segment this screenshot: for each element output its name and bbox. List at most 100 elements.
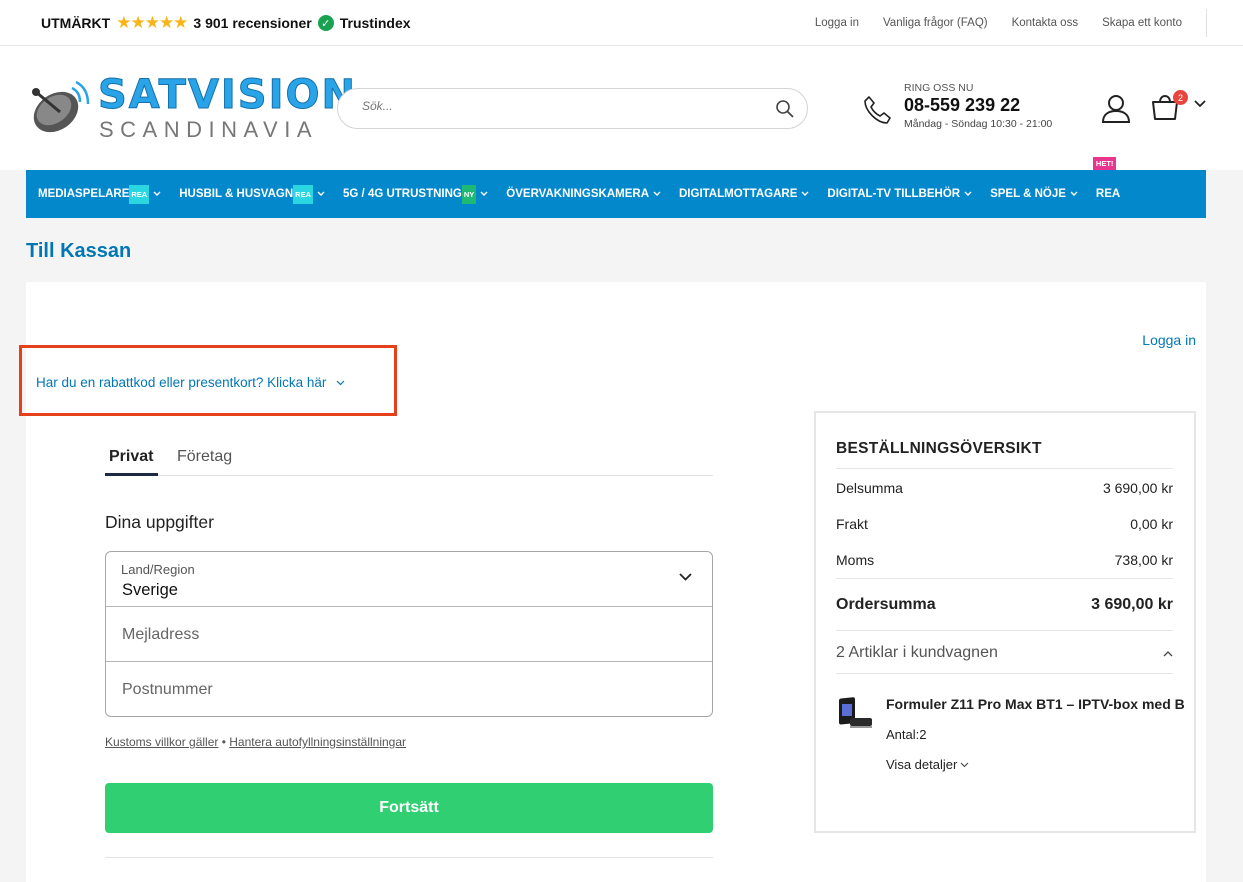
chevron-down-icon	[480, 191, 488, 196]
product-name[interactable]: Formuler Z11 Pro Max BT1 – IPTV-box med …	[886, 696, 1194, 712]
country-value: Sverige	[122, 581, 178, 599]
nav-label: ÖVERVAKNINGSKAMERA	[506, 188, 649, 200]
details-label: Visa detaljer	[886, 757, 958, 772]
nav-item-rea[interactable]: HET! REA	[1092, 157, 1121, 200]
logo-subtitle: SCANDINAVIA	[99, 117, 319, 142]
trustindex-check-icon: ✓	[317, 15, 334, 31]
country-label: Land/Region	[121, 562, 195, 577]
terms-separator: •	[218, 735, 230, 749]
call-label: RING OSS NU	[904, 82, 974, 94]
cart-items-toggle[interactable]: 2 Artiklar i kundvagnen	[836, 644, 1173, 662]
phone-icon	[864, 96, 891, 124]
total-row: Ordersumma 3 690,00 kr	[836, 596, 1173, 614]
chevron-down-icon	[1070, 191, 1078, 196]
page-title: Till Kassan	[26, 240, 132, 262]
zip-placeholder: Postnummer	[122, 681, 213, 698]
chevron-down-icon	[964, 191, 972, 196]
product-thumbnail	[839, 697, 872, 728]
nav-label: SPEL & NÖJE	[990, 188, 1066, 200]
summary-title: BESTÄLLNINGSÖVERSIKT	[836, 440, 1042, 457]
top-links: Logga in Vanliga frågor (FAQ) Kontakta o…	[803, 0, 1243, 45]
divider	[105, 857, 713, 858]
terms-link[interactable]: Kustoms villkor gäller	[105, 735, 218, 749]
reviews-count: 3 901 recensioner	[193, 15, 312, 31]
continue-button[interactable]: Fortsätt	[105, 783, 713, 833]
nav-label: REA	[1095, 188, 1121, 200]
nav-item-5g-4g[interactable]: 5G / 4G UTRUSTNING NY	[343, 184, 488, 204]
site-logo[interactable]: SATVISION SCANDINAVIA	[26, 74, 355, 144]
nav-label: DIGITAL-TV TILLBEHÖR	[827, 188, 961, 200]
coupon-toggle[interactable]: Har du en rabattkod eller presentkort? K…	[36, 375, 345, 390]
checkout-panel: Logga in Har du en rabattkod eller prese…	[19, 282, 1206, 882]
cart-count-badge: 2	[1173, 90, 1188, 105]
chevron-down-icon	[153, 191, 161, 196]
logo-title: SATVISION	[98, 72, 357, 118]
chevron-down-icon	[317, 191, 325, 196]
subtotal-label: Delsumma	[836, 480, 903, 496]
terms-line: Kustoms villkor gäller • Hantera autofyl…	[105, 735, 406, 749]
new-badge: NY	[461, 184, 477, 204]
divider	[836, 578, 1173, 579]
chevron-down-icon	[653, 191, 661, 196]
trustindex-brand: Trustindex	[339, 15, 411, 31]
active-tab-indicator	[105, 473, 158, 476]
vat-value: 738,00 kr	[1114, 552, 1173, 568]
country-select[interactable]: Land/Region Sverige	[106, 552, 712, 607]
email-field[interactable]: Mejladress	[106, 607, 712, 662]
coupon-link-text: Har du en rabattkod eller presentkort? K…	[36, 375, 327, 390]
total-value: 3 690,00 kr	[1091, 596, 1173, 613]
top-divider	[1206, 8, 1207, 37]
items-count: 2 Artiklar i kundvagnen	[836, 644, 998, 661]
nav-item-mediaspelare[interactable]: MEDIASPELARE REA	[38, 184, 161, 204]
subtotal-row: Delsumma 3 690,00 kr	[836, 480, 1173, 496]
nav-label: MEDIASPELARE	[38, 188, 130, 200]
search-bar[interactable]	[337, 88, 808, 129]
search-input[interactable]	[362, 99, 762, 113]
tab-foretag[interactable]: Företag	[177, 448, 232, 466]
total-label: Ordersumma	[836, 596, 936, 613]
shipping-label: Frakt	[836, 516, 868, 532]
product-details-toggle[interactable]: Visa detaljer	[886, 757, 969, 772]
divider	[836, 673, 1173, 674]
main-nav: MEDIASPELARE REA HUSBIL & HUSVAGN REA 5G…	[26, 157, 1206, 218]
top-link-create-account[interactable]: Skapa ett konto	[1090, 17, 1194, 29]
chevron-up-icon	[1163, 651, 1173, 657]
divider	[836, 630, 1173, 631]
top-link-contact[interactable]: Kontakta oss	[1000, 17, 1090, 29]
nav-label: 5G / 4G UTRUSTNING	[343, 188, 462, 200]
zip-field[interactable]: Postnummer	[106, 662, 712, 716]
chevron-down-icon[interactable]	[1194, 100, 1206, 108]
nav-item-digitalmottagare[interactable]: DIGITALMOTTAGARE	[679, 188, 809, 200]
top-link-faq[interactable]: Vanliga frågor (FAQ)	[871, 17, 1000, 29]
nav-item-digital-tv-tillbehor[interactable]: DIGITAL-TV TILLBEHÖR	[827, 188, 972, 200]
call-hours: Måndag - Söndag 10:30 - 21:00	[904, 118, 1053, 130]
section-title: Dina uppgifter	[105, 512, 214, 532]
hot-badge: HET!	[1092, 157, 1117, 170]
order-summary: BESTÄLLNINGSÖVERSIKT Delsumma 3 690,00 k…	[814, 411, 1196, 833]
search-icon[interactable]	[775, 99, 795, 119]
chevron-down-icon	[336, 380, 345, 385]
top-bar: UTMÄRKT ★★★★★ 3 901 recensioner ✓ Trusti…	[0, 0, 1243, 46]
nav-item-overvakningskamera[interactable]: ÖVERVAKNINGSKAMERA	[506, 188, 661, 200]
autofill-settings-link[interactable]: Hantera autofyllningsinställningar	[229, 735, 406, 749]
top-link-login[interactable]: Logga in	[803, 17, 871, 29]
nav-item-husbil-husvagn[interactable]: HUSBIL & HUSVAGN REA	[179, 184, 325, 204]
divider	[836, 468, 1173, 469]
nav-item-spel-noje[interactable]: SPEL & NÖJE	[990, 188, 1078, 200]
star-icons: ★★★★★	[116, 13, 188, 32]
customer-form: Land/Region Sverige Mejladress Postnumme…	[105, 551, 713, 717]
rating-label: UTMÄRKT	[41, 15, 111, 31]
login-link[interactable]: Logga in	[1142, 332, 1196, 348]
sale-badge: REA	[129, 184, 150, 204]
subtotal-value: 3 690,00 kr	[1102, 480, 1173, 496]
call-number[interactable]: 08-559 239 22	[904, 95, 1020, 116]
sale-badge: REA	[293, 184, 314, 204]
vat-label: Moms	[836, 552, 875, 568]
trustindex-rating[interactable]: UTMÄRKT ★★★★★ 3 901 recensioner ✓ Trusti…	[41, 13, 411, 33]
shipping-value: 0,00 kr	[1130, 516, 1173, 532]
chevron-down-icon	[960, 762, 969, 767]
user-account-icon[interactable]	[1100, 94, 1132, 124]
tab-privat[interactable]: Privat	[109, 448, 153, 466]
satellite-dish-icon	[32, 80, 90, 133]
chevron-down-icon	[801, 191, 809, 196]
